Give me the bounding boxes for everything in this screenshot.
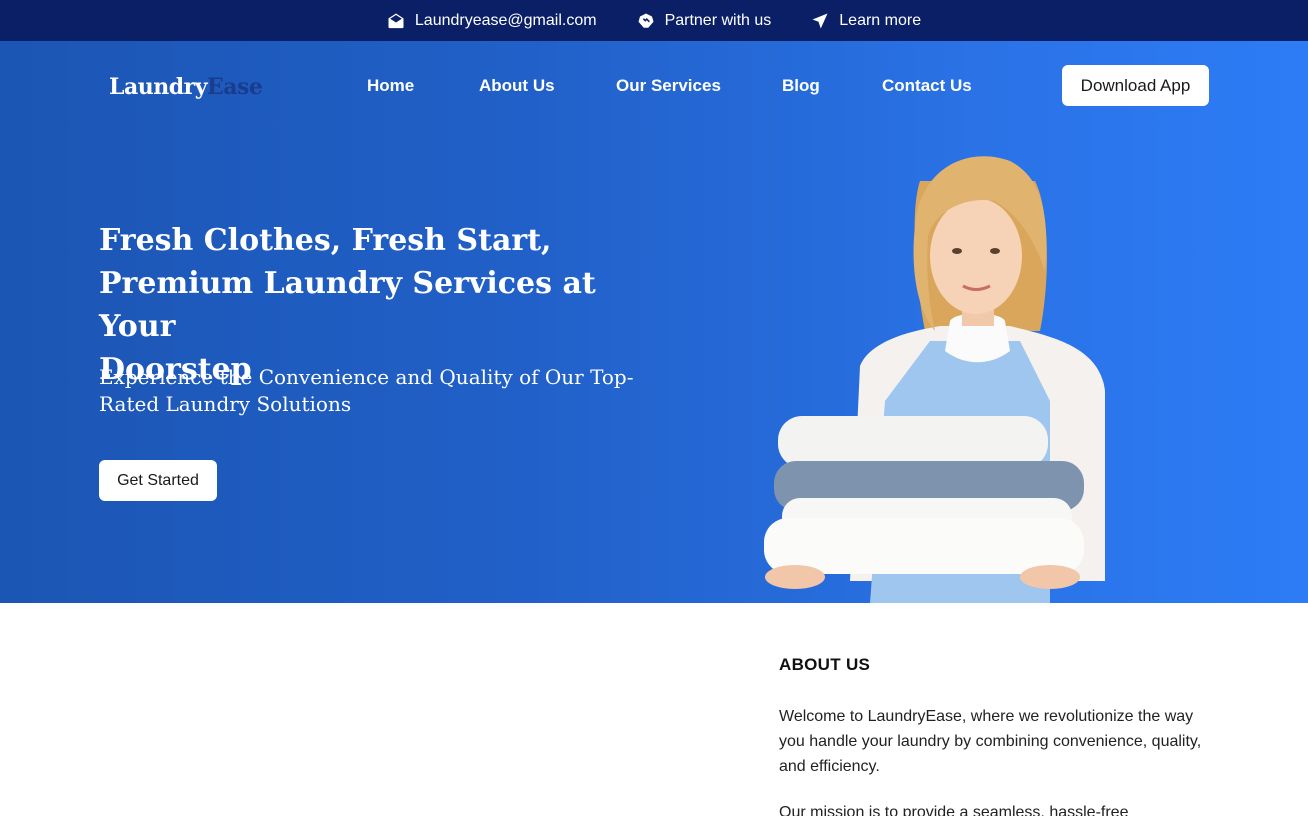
- hero-title-line1: Fresh Clothes, Fresh Start,: [99, 223, 552, 258]
- handshake-icon: [638, 13, 654, 28]
- hero-title-line2: Premium Laundry Services at Your: [99, 266, 596, 344]
- hero-subtitle: Experience the Convenience and Quality o…: [99, 365, 634, 416]
- about-paragraph-2: Our mission is to provide a seamless, ha…: [779, 804, 1129, 816]
- learn-more-link[interactable]: Learn more: [811, 12, 921, 30]
- get-started-button[interactable]: Get Started: [99, 460, 217, 501]
- about-heading: ABOUT US: [779, 655, 871, 674]
- email-link[interactable]: Laundryease@gmail.com: [387, 12, 597, 30]
- nav-our-services[interactable]: Our Services: [616, 76, 721, 96]
- learn-more-text: Learn more: [839, 11, 922, 29]
- hero-section: LaundryEase Home About Us Our Services B…: [0, 41, 1308, 603]
- about-paragraph-1: Welcome to LaundryEase, where we revolut…: [779, 708, 1202, 775]
- nav-about-us[interactable]: About Us: [479, 76, 555, 96]
- nav-contact-us[interactable]: Contact Us: [882, 76, 972, 96]
- envelope-icon: [388, 13, 404, 28]
- nav-blog[interactable]: Blog: [782, 76, 820, 96]
- download-app-button[interactable]: Download App: [1062, 65, 1209, 106]
- partner-link[interactable]: Partner with us: [637, 11, 772, 30]
- woman-with-towels-image: [764, 156, 1105, 603]
- partner-text: Partner with us: [664, 11, 772, 29]
- email-text: Laundryease@gmail.com: [414, 11, 597, 29]
- nav-home[interactable]: Home: [367, 76, 414, 96]
- send-icon: [812, 13, 828, 28]
- top-info-bar: Laundryease@gmail.com Partner with us Le…: [0, 0, 1308, 41]
